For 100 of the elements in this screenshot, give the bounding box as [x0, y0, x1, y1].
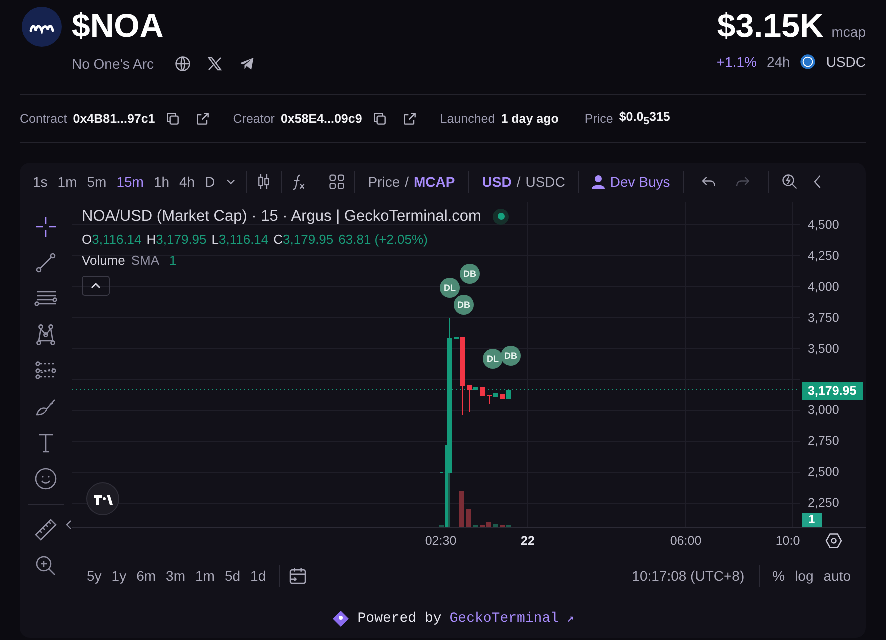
interval-tab[interactable]: 1h — [148, 168, 175, 196]
pattern-icon[interactable] — [34, 322, 58, 346]
currency-toggle[interactable]: USD — [477, 168, 517, 196]
paper-plane-icon[interactable] — [238, 55, 256, 73]
range-button[interactable]: 1y — [106, 568, 132, 584]
collapse-legend-button[interactable] — [82, 276, 110, 296]
dev-buy-marker[interactable]: DB — [501, 346, 521, 366]
volume-label: Volume — [82, 252, 126, 268]
volume-bar — [466, 508, 471, 526]
ohlc-label: O — [82, 232, 92, 246]
dev-buy-marker[interactable]: DB — [460, 264, 480, 284]
ohlc-label: C — [274, 232, 284, 246]
external-arrow: ↗ — [567, 611, 574, 626]
time-tick: 22 — [521, 534, 535, 548]
settings-icon[interactable] — [825, 532, 843, 550]
dev-buys-button[interactable]: Dev Buys — [587, 168, 676, 196]
info-label: Creator — [233, 112, 275, 126]
dev-buy-marker[interactable]: DL — [440, 278, 460, 298]
ruler-icon[interactable] — [34, 518, 58, 542]
grid-layout-icon[interactable] — [328, 173, 346, 192]
price-tick: 3,000 — [807, 402, 840, 418]
interval-tab[interactable]: 5m — [82, 168, 112, 196]
external-link-icon[interactable] — [402, 110, 418, 126]
price-mode-toggle[interactable]: Price — [363, 168, 406, 196]
chevron-up-icon — [91, 282, 101, 288]
chart-title: NOA/USD (Market Cap) · 15 · Argus | GeckoTerminal.com — [82, 208, 482, 226]
range-button[interactable]: 5y — [82, 568, 107, 584]
range-button[interactable]: 6m — [132, 568, 162, 584]
volume-badge: 1 — [802, 512, 822, 526]
quote-currency: USDC — [826, 54, 866, 70]
price-tick: 3,750 — [807, 310, 840, 326]
price-mode-toggle[interactable]: MCAP — [409, 168, 460, 196]
volume-bar — [459, 490, 464, 526]
x-logo-icon[interactable] — [206, 55, 224, 73]
scale-option-button[interactable]: log — [790, 568, 819, 584]
emoji-icon[interactable] — [34, 466, 58, 490]
info-value: 0x58E4...09c9 — [280, 112, 362, 126]
dev-buy-marker[interactable]: DB — [454, 294, 474, 314]
market-cap-value: $3.15K — [717, 7, 824, 45]
interval-tab[interactable]: 1s — [28, 168, 53, 196]
currency-toggle[interactable]: USDC — [520, 168, 570, 196]
slash-separator: / — [405, 174, 410, 190]
interval-tab[interactable]: 1m — [52, 168, 82, 196]
ohlc-label: H — [146, 232, 156, 246]
price-change-value: 63.81 (+2.05%) — [338, 232, 428, 246]
ohlc-value: 3,179.95 — [156, 232, 207, 246]
change-period: 24h — [766, 54, 790, 70]
candle — [480, 386, 485, 396]
time-tick: 02:30 — [425, 534, 457, 548]
dev-buy-marker[interactable]: DL — [483, 348, 503, 368]
range-button[interactable]: 1d — [246, 568, 272, 584]
slash-separator: / — [516, 174, 521, 190]
gecko-logo-icon — [332, 610, 350, 628]
volume-bar — [493, 524, 498, 526]
time-tick: 10:0 — [776, 534, 800, 548]
crosshair-icon[interactable] — [34, 214, 58, 238]
scale-option-button[interactable]: auto — [818, 568, 856, 584]
scale-option-button[interactable]: % — [768, 568, 790, 584]
sma-label: SMA — [131, 252, 160, 268]
fib-icon[interactable] — [34, 358, 58, 382]
tradingview-logo[interactable] — [86, 482, 120, 516]
info-label: Price — [584, 112, 614, 126]
time-tick: 06:00 — [670, 534, 702, 548]
live-status-dot — [493, 208, 510, 224]
token-logo — [22, 7, 62, 47]
info-value: 1 day ago — [501, 112, 559, 126]
geckoterminal-link[interactable]: GeckoTerminal — [450, 610, 559, 627]
lightning-magnifier-icon[interactable] — [781, 173, 800, 192]
ohlc-value: 3,116.14 — [219, 232, 269, 246]
external-link-icon[interactable] — [195, 110, 212, 126]
price-tick: 2,500 — [807, 464, 840, 480]
copy-icon[interactable] — [372, 110, 388, 126]
range-button[interactable]: 1m — [190, 568, 220, 584]
interval-tab[interactable]: 15m — [112, 168, 149, 196]
range-button[interactable]: 5d — [220, 568, 246, 584]
ohlc-value: 3,116.14 — [92, 232, 142, 246]
copy-icon[interactable] — [165, 110, 182, 126]
last-price-badge: 3,179.95 — [802, 382, 863, 400]
ohlc-value: 3,179.95 — [283, 232, 334, 246]
token-symbol: $NOA — [72, 7, 165, 45]
interval-tab[interactable]: 4h — [174, 168, 200, 196]
price-tick: 2,250 — [807, 496, 840, 510]
info-label: Contract — [20, 112, 68, 126]
globe-icon[interactable] — [174, 55, 192, 73]
trendline-icon[interactable] — [34, 250, 58, 274]
info-value: $0.0$_{5}$315 — [619, 110, 670, 128]
info-label: Launched — [440, 112, 496, 126]
calendar-icon[interactable] — [288, 566, 308, 586]
interval-tab[interactable]: D — [200, 168, 220, 196]
powered-by-text: Powered by — [358, 610, 442, 627]
chevron-left-icon[interactable] — [66, 520, 72, 530]
coin-icon — [800, 54, 816, 70]
ohlc-label: L — [212, 232, 219, 246]
price-tick: 2,750 — [807, 434, 840, 448]
price-tick: 4,500 — [807, 218, 840, 232]
price-tick: 4,250 — [807, 248, 840, 264]
zoom-icon[interactable] — [34, 554, 58, 578]
price-tick: 3,500 — [807, 342, 840, 356]
range-button[interactable]: 3m — [161, 568, 190, 584]
clock-text: 10:17:08 (UTC+8) — [632, 568, 745, 584]
